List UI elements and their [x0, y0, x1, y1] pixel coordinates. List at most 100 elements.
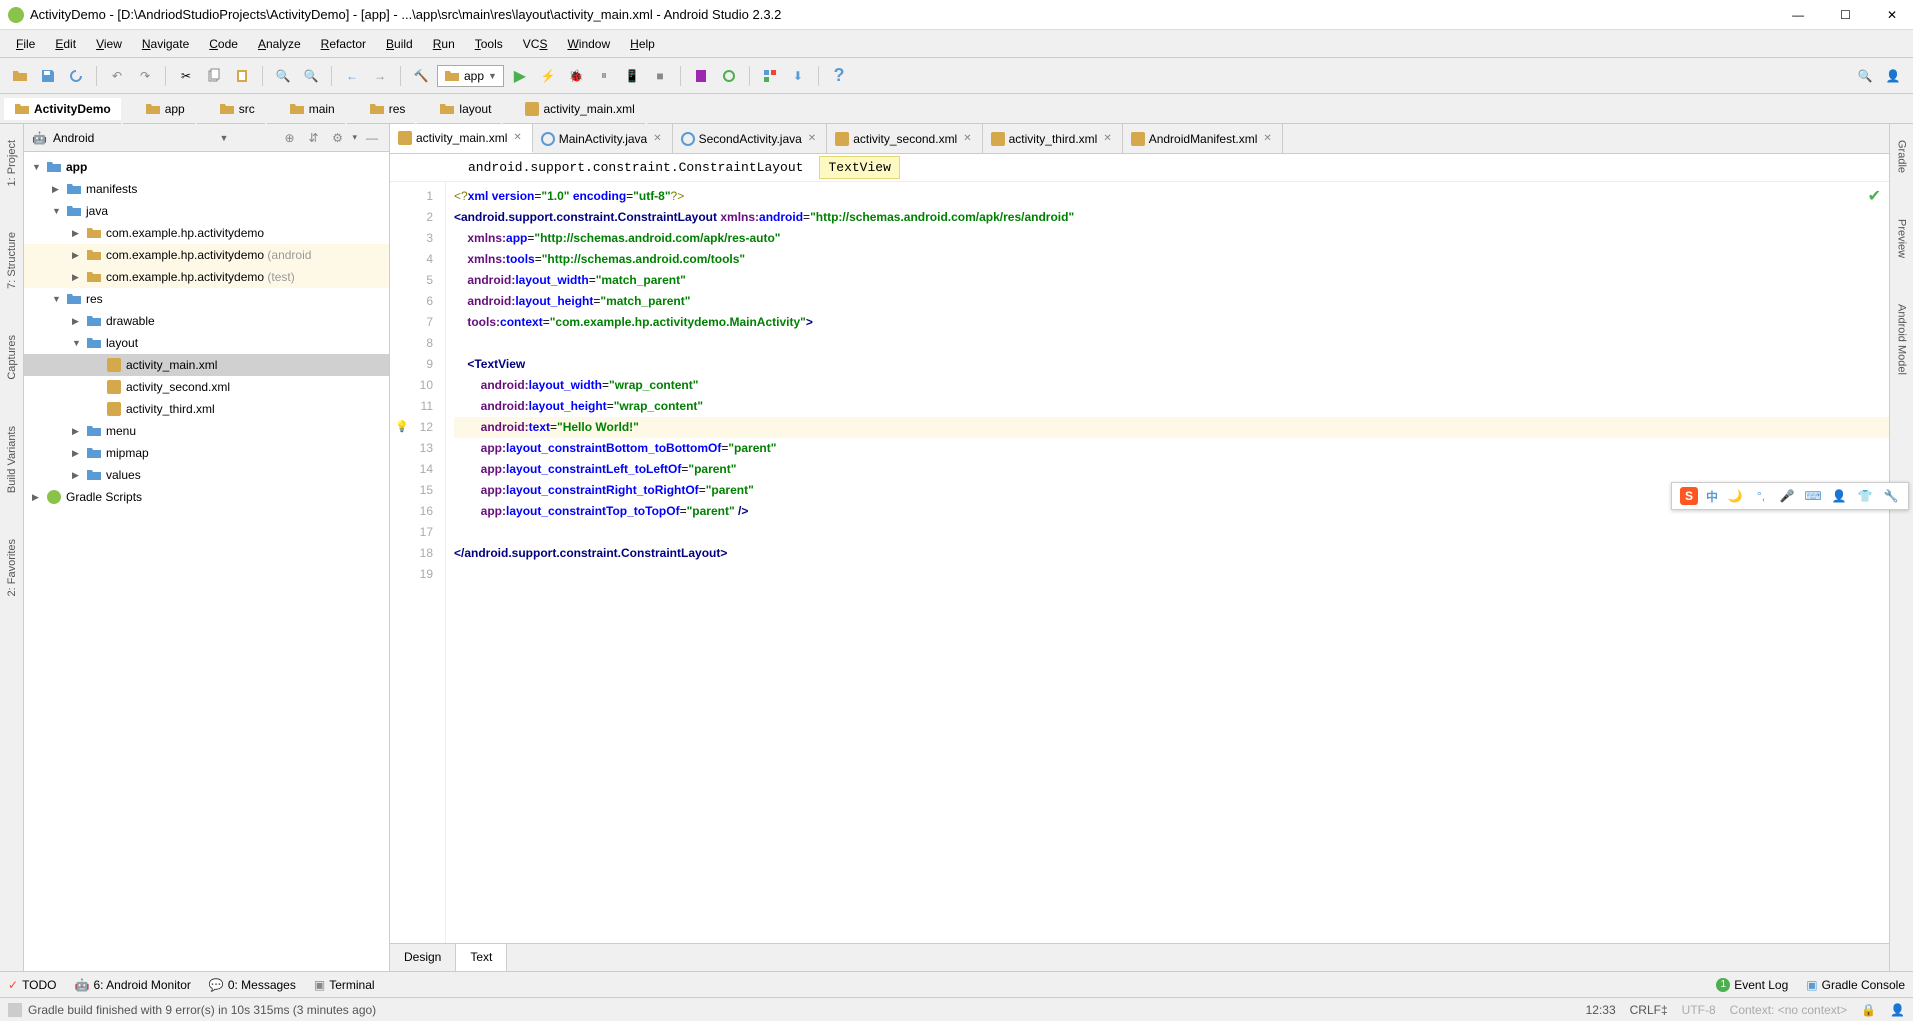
ime-mode[interactable]: 中 — [1706, 488, 1718, 505]
code-editor[interactable]: 12345678910111213141516171819 <?xml vers… — [390, 182, 1889, 943]
editor-tab[interactable]: MainActivity.java✕ — [533, 124, 673, 153]
side-tab----favorites[interactable]: 2: Favorites — [4, 531, 20, 604]
close-tab-icon[interactable]: ✕ — [1101, 133, 1113, 144]
close-tab-icon[interactable]: ✕ — [511, 132, 523, 143]
attach-debugger-button[interactable]: 📱 — [620, 64, 644, 88]
copy-button[interactable] — [202, 64, 226, 88]
user-icon[interactable]: 👤 — [1881, 64, 1905, 88]
save-button[interactable] — [36, 64, 60, 88]
project-view-selector[interactable]: Android — [53, 131, 214, 145]
stop-button[interactable]: ■ — [648, 64, 672, 88]
breadcrumb-item[interactable]: activity_main.xml — [515, 99, 644, 119]
menu-build[interactable]: Build — [378, 33, 421, 55]
make-button[interactable]: 🔨 — [409, 64, 433, 88]
tool-tab----messages[interactable]: 💬0: Messages — [209, 978, 296, 992]
breadcrumb-item[interactable]: src — [209, 98, 265, 120]
menu-help[interactable]: Help — [622, 33, 663, 55]
minimize-button[interactable]: — — [1784, 6, 1812, 24]
cut-button[interactable]: ✂ — [174, 64, 198, 88]
open-button[interactable] — [8, 64, 32, 88]
find-button[interactable]: 🔍 — [271, 64, 295, 88]
apply-changes-button[interactable]: ⚡ — [536, 64, 560, 88]
editor-mode-tab-text[interactable]: Text — [456, 944, 507, 971]
file-encoding[interactable]: UTF-8 — [1682, 1003, 1716, 1017]
context-indicator[interactable]: Context: <no context> — [1730, 1003, 1847, 1017]
editor-tab[interactable]: AndroidManifest.xml✕ — [1123, 124, 1283, 153]
menu-analyze[interactable]: Analyze — [250, 33, 309, 55]
line-separator[interactable]: CRLF‡ — [1630, 1003, 1668, 1017]
hide-button[interactable]: — — [363, 126, 381, 150]
tree-item[interactable]: ▶com.example.hp.activitydemo (android — [24, 244, 389, 266]
tree-item[interactable]: ▶drawable — [24, 310, 389, 332]
breadcrumb-item[interactable]: res — [359, 98, 416, 120]
lock-icon[interactable]: 🔒 — [1861, 1003, 1876, 1017]
tree-item[interactable]: ▶Gradle Scripts — [24, 486, 389, 508]
sync-button[interactable] — [64, 64, 88, 88]
side-tab-build-variants[interactable]: Build Variants — [4, 418, 20, 501]
editor-crumb-parent[interactable]: android.support.constraint.ConstraintLay… — [460, 157, 811, 178]
menu-file[interactable]: File — [8, 33, 43, 55]
keyboard-icon[interactable]: ⌨ — [1804, 487, 1822, 505]
maximize-button[interactable]: ☐ — [1832, 6, 1859, 24]
sogou-icon[interactable]: S — [1680, 487, 1698, 505]
scroll-from-source-button[interactable]: ⊕ — [280, 126, 298, 150]
cursor-position[interactable]: 12:33 — [1586, 1003, 1616, 1017]
close-button[interactable]: ✕ — [1879, 6, 1905, 24]
side-tab-preview[interactable]: Preview — [1894, 211, 1910, 266]
collapse-button[interactable]: ⇵ — [304, 126, 322, 150]
undo-button[interactable]: ↶ — [105, 64, 129, 88]
back-button[interactable]: ← — [340, 64, 364, 88]
redo-button[interactable]: ↷ — [133, 64, 157, 88]
close-tab-icon[interactable]: ✕ — [1261, 133, 1273, 144]
tree-item[interactable]: activity_main.xml — [24, 354, 389, 376]
tree-item[interactable]: ▼layout — [24, 332, 389, 354]
paste-button[interactable] — [230, 64, 254, 88]
person-icon[interactable]: 👤 — [1830, 487, 1848, 505]
tree-item[interactable]: ▼java — [24, 200, 389, 222]
side-tab-android-model[interactable]: Android Model — [1894, 296, 1910, 383]
replace-button[interactable]: 🔍 — [299, 64, 323, 88]
menu-view[interactable]: View — [88, 33, 130, 55]
tree-item[interactable]: ▶com.example.hp.activitydemo — [24, 222, 389, 244]
breadcrumb-item[interactable]: layout — [429, 98, 501, 120]
tree-item[interactable]: ▶com.example.hp.activitydemo (test) — [24, 266, 389, 288]
breadcrumb-item[interactable]: main — [279, 98, 345, 120]
tool-tab-todo[interactable]: ✓TODO — [8, 978, 57, 992]
tree-item[interactable]: ▼app — [24, 156, 389, 178]
tool-tab-event-log[interactable]: 1Event Log — [1716, 978, 1788, 992]
tree-item[interactable]: ▶menu — [24, 420, 389, 442]
tree-item[interactable]: activity_third.xml — [24, 398, 389, 420]
run-config-selector[interactable]: app ▼ — [437, 65, 504, 87]
editor-tab[interactable]: SecondActivity.java✕ — [673, 124, 828, 153]
hector-icon[interactable]: 👤 — [1890, 1003, 1905, 1017]
menu-tools[interactable]: Tools — [467, 33, 511, 55]
menu-vcs[interactable]: VCS — [515, 33, 556, 55]
tree-item[interactable]: ▶manifests — [24, 178, 389, 200]
editor-tab[interactable]: activity_third.xml✕ — [983, 124, 1123, 153]
tree-item[interactable]: ▶values — [24, 464, 389, 486]
editor-mode-tab-design[interactable]: Design — [390, 944, 456, 971]
project-tree[interactable]: ▼app▶manifests▼java▶com.example.hp.activ… — [24, 152, 389, 971]
side-tab-gradle[interactable]: Gradle — [1894, 132, 1910, 181]
editor-tab[interactable]: activity_main.xml✕ — [390, 124, 533, 153]
sdk-manager-button[interactable] — [717, 64, 741, 88]
search-everywhere-button[interactable]: 🔍 — [1853, 64, 1877, 88]
moon-icon[interactable]: 🌙 — [1726, 487, 1744, 505]
tree-item[interactable]: ▶mipmap — [24, 442, 389, 464]
avd-button[interactable] — [689, 64, 713, 88]
help-button[interactable]: ? — [827, 64, 851, 88]
side-tab-captures[interactable]: Captures — [4, 327, 20, 388]
menu-refactor[interactable]: Refactor — [313, 33, 374, 55]
download-button[interactable]: ⬇ — [786, 64, 810, 88]
punctuation-icon[interactable]: °, — [1752, 487, 1770, 505]
side-tab----structure[interactable]: 7: Structure — [4, 224, 20, 297]
menu-edit[interactable]: Edit — [47, 33, 84, 55]
close-tab-icon[interactable]: ✕ — [806, 133, 818, 144]
editor-tab[interactable]: activity_second.xml✕ — [827, 124, 982, 153]
shirt-icon[interactable]: 👕 — [1856, 487, 1874, 505]
profile-button[interactable]: ⏸ — [592, 64, 616, 88]
breadcrumb-item[interactable]: app — [135, 98, 195, 120]
tool-tab-terminal[interactable]: ▣Terminal — [314, 978, 375, 992]
close-tab-icon[interactable]: ✕ — [961, 133, 973, 144]
tree-item[interactable]: activity_second.xml — [24, 376, 389, 398]
